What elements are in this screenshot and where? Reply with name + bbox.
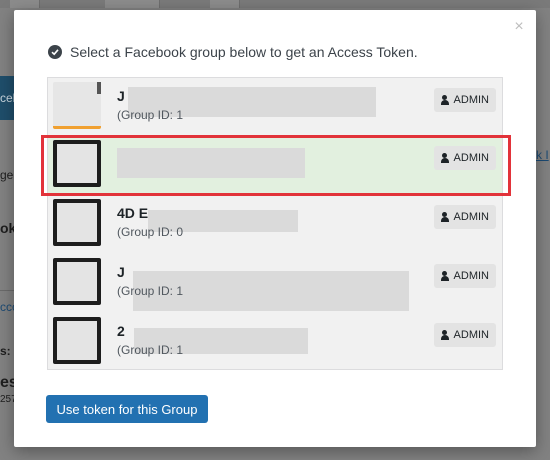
use-token-button[interactable]: Use token for this Group (46, 395, 208, 423)
user-icon (440, 271, 449, 281)
admin-badge-label: ADMIN (453, 211, 489, 223)
group-select-modal: × Select a Facebook group below to get a… (14, 10, 536, 447)
group-row[interactable]: 4D E (Group ID: 0 ADMIN (48, 195, 502, 253)
user-icon (440, 212, 449, 222)
admin-badge-label: ADMIN (453, 329, 489, 341)
background-divider (0, 290, 14, 291)
background-text: es (0, 374, 14, 391)
admin-badge[interactable]: ADMIN (433, 205, 496, 229)
background-text: ge (0, 168, 14, 182)
background-button: ceb (0, 76, 14, 120)
admin-badge-label: ADMIN (453, 94, 489, 106)
admin-badge[interactable]: ADMIN (433, 264, 496, 288)
background-tab (210, 0, 240, 8)
modal-heading-text: Select a Facebook group below to get an … (70, 44, 418, 60)
group-name: J (117, 88, 125, 104)
group-avatar (53, 82, 101, 129)
admin-badge-label: ADMIN (453, 270, 489, 282)
close-icon[interactable]: × (512, 19, 526, 35)
background-text: cco (0, 300, 14, 314)
user-icon (440, 330, 449, 340)
user-icon (440, 95, 449, 105)
modal-heading: Select a Facebook group below to get an … (48, 44, 418, 60)
background-text: oke (0, 220, 14, 236)
background-link: k I (536, 148, 549, 162)
group-avatar (53, 317, 101, 364)
group-avatar (53, 258, 101, 305)
background-text: 257 (0, 394, 14, 405)
check-circle-icon (48, 45, 62, 59)
group-id: (Group ID: 1 (117, 284, 184, 298)
group-list: J (Group ID: 1 ADMIN ADMIN 4D E (Group I… (47, 77, 503, 370)
admin-badge[interactable]: ADMIN (433, 323, 496, 347)
group-row[interactable]: J (Group ID: 1 ADMIN (48, 254, 502, 312)
background-tab (105, 0, 160, 8)
group-name: 2 (117, 323, 125, 339)
group-id: (Group ID: 0 (117, 225, 184, 239)
background-text: s: (0, 344, 11, 358)
group-avatar (53, 199, 101, 246)
background-tab (10, 0, 40, 8)
group-row[interactable]: J (Group ID: 1 ADMIN (48, 78, 502, 136)
group-id: (Group ID: 1 (117, 343, 184, 357)
admin-badge[interactable]: ADMIN (433, 88, 496, 112)
group-name: J (117, 264, 125, 280)
background-topbar (0, 0, 550, 8)
group-name: 4D E (117, 205, 149, 221)
selection-highlight (41, 135, 511, 196)
group-id: (Group ID: 1 (117, 108, 184, 122)
group-row[interactable]: 2 (Group ID: 1 ADMIN (48, 313, 502, 369)
